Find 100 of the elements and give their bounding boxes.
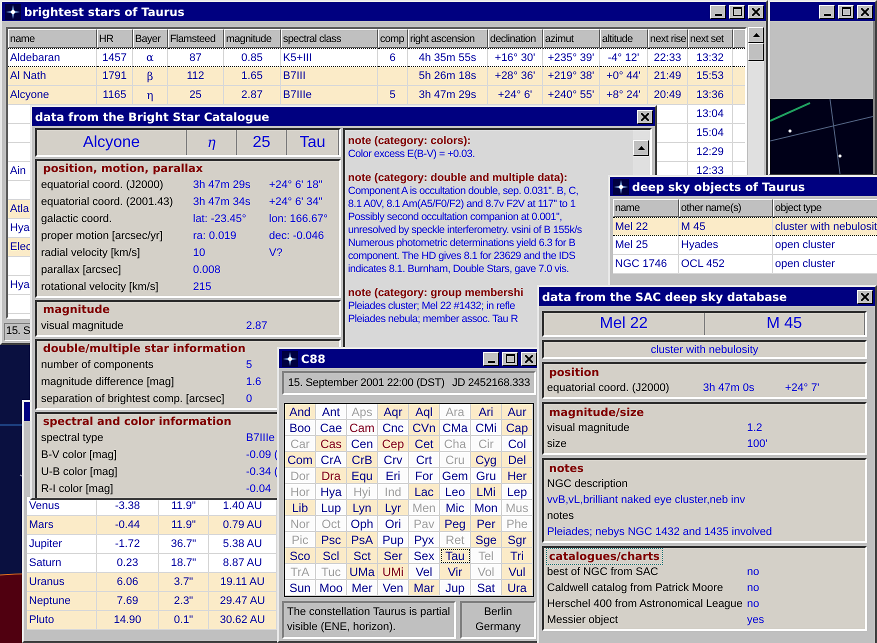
scroll-up-button[interactable]: [748, 27, 764, 43]
constellation-button[interactable]: Dra: [316, 468, 347, 484]
column-header[interactable]: declination: [488, 29, 543, 48]
constellation-button[interactable]: Sex: [409, 548, 440, 564]
minimize-button[interactable]: [819, 4, 835, 18]
constellation-button[interactable]: CVn: [409, 420, 440, 436]
constellation-button[interactable]: Moo: [316, 580, 347, 596]
constellation-button[interactable]: Sun: [285, 580, 316, 596]
close-button[interactable]: [857, 290, 873, 304]
constellation-button[interactable]: Hya: [316, 484, 347, 500]
constellation-button[interactable]: Cae: [316, 420, 347, 436]
constellation-button[interactable]: Per: [471, 516, 502, 532]
constellation-button[interactable]: Vul: [502, 564, 533, 580]
constellation-button[interactable]: Cnc: [378, 420, 409, 436]
constellation-button[interactable]: Lib: [285, 500, 316, 516]
constellation-button[interactable]: Mon: [471, 500, 502, 516]
constellation-button[interactable]: Lac: [409, 484, 440, 500]
constellation-button[interactable]: Crt: [409, 452, 440, 468]
column-header[interactable]: spectral class: [281, 29, 378, 48]
constellation-button[interactable]: Pup: [378, 532, 409, 548]
constellation-button[interactable]: Vel: [409, 564, 440, 580]
constellation-button[interactable]: Tau: [440, 548, 471, 564]
column-header[interactable]: object type: [773, 199, 877, 217]
constellation-button[interactable]: Cep: [378, 436, 409, 452]
constellation-button[interactable]: Ant: [316, 404, 347, 420]
minimize-button[interactable]: [710, 4, 726, 18]
constellation-button[interactable]: Eri: [378, 468, 409, 484]
close-button[interactable]: [521, 352, 537, 366]
column-header[interactable]: azimut: [543, 29, 600, 48]
constellation-button[interactable]: Ori: [378, 516, 409, 532]
constellation-button[interactable]: Mar: [409, 580, 440, 596]
constellation-button[interactable]: Lyn: [347, 500, 378, 516]
column-header[interactable]: name: [8, 29, 97, 48]
maximize-button[interactable]: [729, 4, 745, 18]
constellation-button[interactable]: And: [285, 404, 316, 420]
column-header[interactable]: other name(s): [679, 199, 773, 217]
column-header[interactable]: next set: [688, 29, 733, 48]
constellation-button[interactable]: UMi: [378, 564, 409, 580]
constellation-button[interactable]: Ser: [378, 548, 409, 564]
column-header[interactable]: altitude: [600, 29, 648, 48]
constellation-button[interactable]: For: [409, 468, 440, 484]
constellation-button[interactable]: Equ: [347, 468, 378, 484]
constellation-button[interactable]: Aur: [502, 404, 533, 420]
constellation-button[interactable]: Ven: [378, 580, 409, 596]
constellation-button[interactable]: Crv: [378, 452, 409, 468]
constellation-button[interactable]: Sco: [285, 548, 316, 564]
constellation-button[interactable]: Gru: [471, 468, 502, 484]
constellation-button[interactable]: Gem: [440, 468, 471, 484]
constellation-button[interactable]: Aql: [409, 404, 440, 420]
constellation-button[interactable]: Cyg: [471, 452, 502, 468]
constellation-button[interactable]: Cen: [347, 436, 378, 452]
constellation-button[interactable]: Mic: [440, 500, 471, 516]
constellation-button[interactable]: Vir: [440, 564, 471, 580]
column-header[interactable]: name: [613, 199, 679, 217]
close-button[interactable]: [857, 4, 873, 18]
column-header[interactable]: magnitude: [224, 29, 281, 48]
constellation-button[interactable]: Oph: [347, 516, 378, 532]
constellation-button[interactable]: CMa: [440, 420, 471, 436]
constellation-button[interactable]: Aqr: [378, 404, 409, 420]
constellation-button[interactable]: Lep: [502, 484, 533, 500]
constellation-button[interactable]: Sat: [471, 580, 502, 596]
constellation-button[interactable]: Sct: [347, 548, 378, 564]
close-button[interactable]: [637, 110, 653, 124]
column-header[interactable]: right ascension: [408, 29, 488, 48]
constellation-button[interactable]: Ura: [502, 580, 533, 596]
constellation-button[interactable]: Lyr: [378, 500, 409, 516]
minimize-button[interactable]: [483, 352, 499, 366]
constellation-button[interactable]: Leo: [440, 484, 471, 500]
constellation-button[interactable]: Sge: [471, 532, 502, 548]
scroll-thumb[interactable]: [748, 43, 764, 61]
constellation-button[interactable]: LMi: [471, 484, 502, 500]
constellation-button[interactable]: Tri: [502, 548, 533, 564]
constellation-button[interactable]: Col: [502, 436, 533, 452]
constellation-button[interactable]: Cas: [316, 436, 347, 452]
column-header[interactable]: next rise: [648, 29, 688, 48]
constellation-button[interactable]: Scl: [316, 548, 347, 564]
constellation-button[interactable]: Pyx: [409, 532, 440, 548]
constellation-button[interactable]: Mer: [347, 580, 378, 596]
column-header[interactable]: HR: [97, 29, 133, 48]
constellation-button[interactable]: Cap: [502, 420, 533, 436]
constellation-button[interactable]: Sgr: [502, 532, 533, 548]
constellation-button[interactable]: Her: [502, 468, 533, 484]
constellation-button[interactable]: Jup: [440, 580, 471, 596]
column-header[interactable]: Flamsteed: [168, 29, 224, 48]
constellation-button[interactable]: Del: [502, 452, 533, 468]
constellation-button[interactable]: Lup: [316, 500, 347, 516]
constellation-button[interactable]: CMi: [471, 420, 502, 436]
maximize-button[interactable]: [838, 4, 854, 18]
constellation-button[interactable]: Ari: [471, 404, 502, 420]
maximize-button[interactable]: [502, 352, 518, 366]
column-header[interactable]: Bayer: [133, 29, 168, 48]
constellation-button[interactable]: CrB: [347, 452, 378, 468]
scroll-up-button[interactable]: [633, 140, 649, 156]
constellation-button[interactable]: Cam: [347, 420, 378, 436]
constellation-button[interactable]: UMa: [347, 564, 378, 580]
close-button[interactable]: [748, 4, 764, 18]
constellation-button[interactable]: PsA: [347, 532, 378, 548]
constellation-button[interactable]: CrA: [316, 452, 347, 468]
constellation-button[interactable]: Boo: [285, 420, 316, 436]
constellation-button[interactable]: Com: [285, 452, 316, 468]
